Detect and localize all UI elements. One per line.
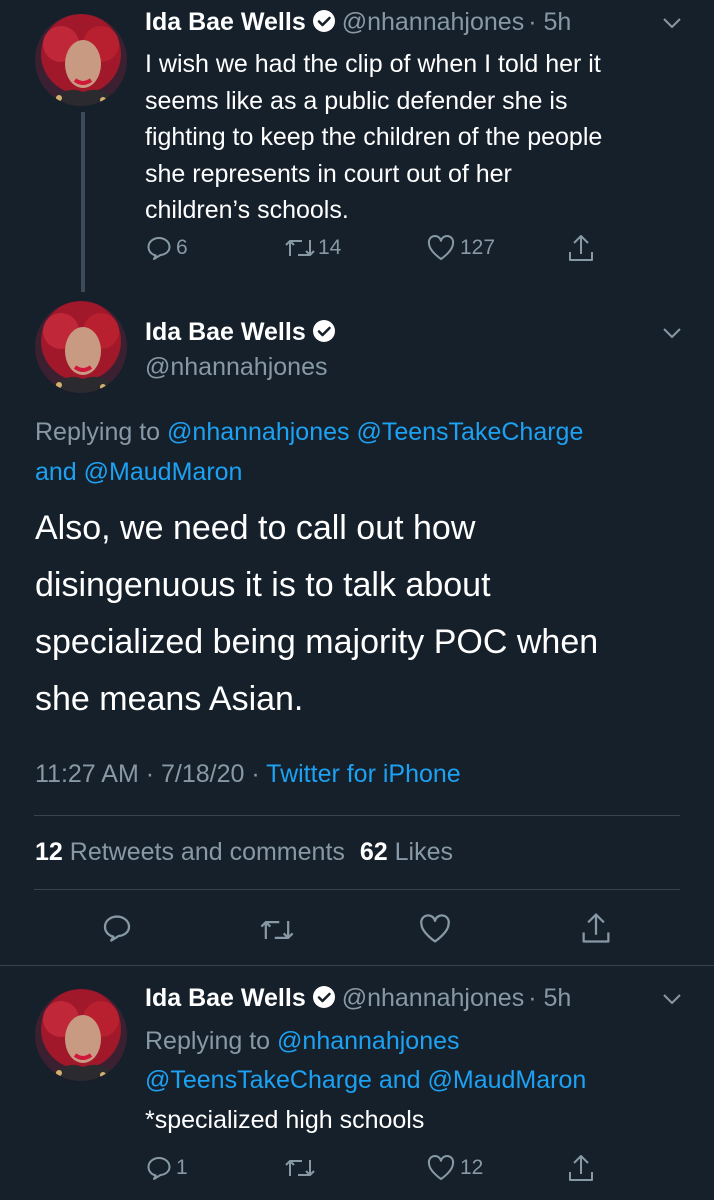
handle[interactable]: @nhannahjones	[145, 353, 327, 382]
reply-mention[interactable]: @TeensTakeCharge	[145, 1066, 372, 1094]
tweet-text: Also, we need to call out how disingenuo…	[35, 500, 598, 728]
tweet-text: I wish we had the clip of when I told he…	[145, 46, 602, 229]
chevron-down-icon[interactable]	[662, 326, 682, 345]
retweet-button[interactable]	[258, 914, 296, 946]
reply-icon	[145, 1154, 173, 1182]
reply-mention[interactable]: @MaudMaron	[84, 458, 243, 486]
like-icon	[426, 234, 456, 262]
replying-label: Replying to	[145, 1027, 278, 1055]
divider	[34, 815, 680, 816]
like-button[interactable]: 127	[426, 234, 495, 262]
timestamp[interactable]: · 5h	[528, 984, 571, 1012]
tweet-header: Ida Bae Wells	[145, 318, 342, 348]
like-icon	[418, 913, 452, 945]
replying-to: Replying to @nhannahjones @TeensTakeChar…	[35, 412, 695, 492]
avatar[interactable]	[35, 301, 127, 393]
verified-icon	[312, 9, 336, 38]
reply-count: 6	[176, 236, 188, 259]
verified-icon	[312, 985, 336, 1014]
avatar[interactable]	[35, 989, 127, 1081]
display-name[interactable]: Ida Bae Wells	[145, 984, 306, 1012]
like-count: 127	[460, 236, 496, 259]
tweet-text-line: she represents in court out of her	[145, 159, 512, 188]
replying-to: Replying to @nhannahjones @TeensTakeChar…	[145, 1022, 586, 1100]
tweet-source[interactable]: Twitter for iPhone	[266, 760, 461, 788]
tweet-header: Ida Bae Wells @nhannahjones · 5h	[145, 8, 571, 38]
like-count: 12	[460, 1156, 484, 1179]
retweet-icon	[283, 1154, 317, 1182]
replying-label: Replying to	[35, 418, 168, 446]
reply-button[interactable]	[101, 912, 133, 944]
divider	[34, 889, 680, 890]
like-button[interactable]: 12	[426, 1154, 483, 1182]
avatar[interactable]	[35, 14, 127, 106]
like-icon	[426, 1154, 456, 1182]
thread-line	[81, 112, 85, 292]
reply-mention[interactable]: @TeensTakeCharge	[356, 418, 583, 446]
tweet-text-line: children’s schools.	[145, 196, 349, 224]
share-button[interactable]	[566, 1152, 596, 1184]
retweet-icon	[283, 234, 317, 262]
tweet-text-line: disingenuous it is to talk about	[35, 566, 491, 604]
handle[interactable]: @nhannahjones	[342, 8, 524, 36]
reply-count: 1	[176, 1156, 188, 1179]
reply-icon	[101, 912, 133, 944]
tweet-text-line: Also, we need to call out how	[35, 509, 476, 547]
tweet-separator	[0, 965, 714, 966]
reply-mention[interactable]: @nhannahjones	[167, 418, 349, 446]
reply-button[interactable]: 6	[145, 234, 188, 262]
tweet-timestamp: 11:27 AM · 7/18/20 ·	[35, 760, 267, 788]
reply-and[interactable]: and	[372, 1066, 428, 1094]
retweet-stat-count[interactable]: 12	[35, 838, 63, 866]
like-stat-count[interactable]: 62	[360, 838, 388, 866]
like-button[interactable]	[418, 913, 452, 945]
tweet-text: *specialized high schools	[145, 1106, 425, 1134]
tweet-text-line: seems like as a public defender she is	[145, 86, 568, 115]
reply-and[interactable]: and	[35, 458, 84, 486]
chevron-down-icon[interactable]	[662, 992, 682, 1011]
display-name[interactable]: Ida Bae Wells	[145, 8, 306, 36]
retweet-button[interactable]: 14	[283, 234, 341, 262]
reply-mention[interactable]: @nhannahjones	[277, 1027, 459, 1055]
share-icon	[566, 1152, 596, 1184]
retweet-button[interactable]	[283, 1154, 317, 1182]
retweet-stat-label[interactable]: Retweets and comments	[70, 838, 345, 866]
retweet-count: 14	[318, 236, 342, 259]
share-button[interactable]	[566, 232, 596, 264]
retweet-icon	[258, 914, 296, 946]
reply-mention[interactable]: @MaudMaron	[428, 1066, 587, 1094]
handle[interactable]: @nhannahjones	[342, 984, 524, 1012]
chevron-down-icon[interactable]	[662, 16, 682, 35]
tweet-text-line: specialized being majority POC when	[35, 623, 599, 661]
reply-button[interactable]: 1	[145, 1154, 188, 1182]
tweet-text-line: she means Asian.	[35, 680, 304, 718]
tweet-header: Ida Bae Wells @nhannahjones · 5h	[145, 984, 571, 1014]
tweet-text-line: fighting to keep the children of the peo…	[145, 123, 603, 151]
timestamp[interactable]: · 5h	[528, 8, 571, 36]
share-icon	[566, 232, 596, 264]
reply-icon	[145, 234, 173, 262]
display-name[interactable]: Ida Bae Wells	[145, 318, 306, 346]
share-button[interactable]	[579, 910, 613, 946]
tweet-meta: 11:27 AM · 7/18/20 · Twitter for iPhone	[35, 760, 461, 789]
like-stat-label[interactable]: Likes	[395, 838, 453, 866]
verified-icon	[312, 319, 336, 348]
tweet-text-line: I wish we had the clip of when I told he…	[145, 50, 601, 78]
engagement-stats: 12 Retweets and comments 62 Likes	[35, 838, 453, 867]
share-icon	[579, 910, 613, 946]
